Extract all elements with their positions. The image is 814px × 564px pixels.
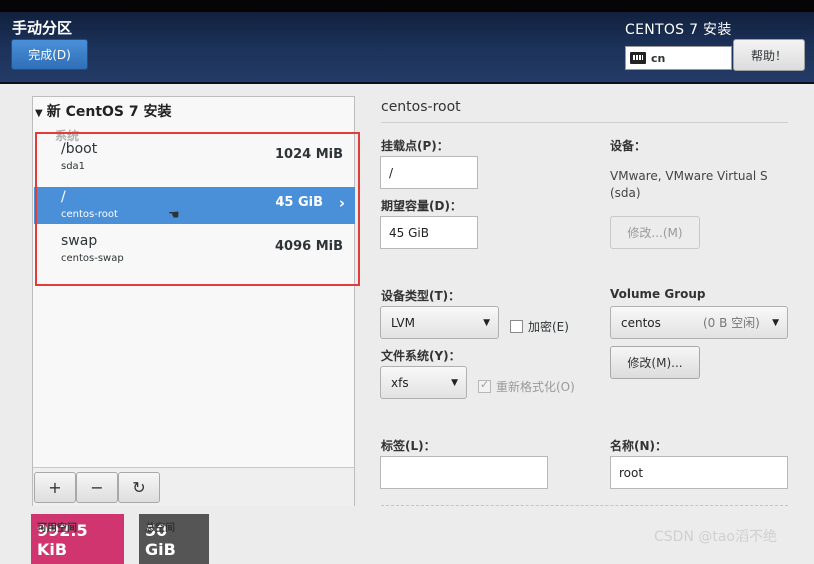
top-black-bar	[0, 0, 814, 12]
refresh-button[interactable]: ↻	[118, 472, 160, 503]
mount-toolbar: + − ↻	[33, 467, 354, 506]
keyboard-icon	[630, 52, 646, 64]
keyboard-layout-label: cn	[651, 51, 666, 65]
checkmark-icon: ✓	[480, 378, 490, 391]
mount-point-field-label: 挂载点(P)：	[381, 139, 449, 153]
tag-field-label: 标签(L)：	[381, 439, 436, 453]
expander-triangle-icon: ▼	[35, 108, 43, 119]
available-space-badge: 可用空间 992.5 KiB	[31, 514, 124, 564]
section-divider	[381, 505, 788, 506]
checkbox-box	[510, 320, 523, 333]
filesystem-label: 文件系统(Y)：	[381, 349, 461, 363]
volume-group-value: centos	[621, 315, 661, 330]
done-button[interactable]: 完成(D)	[11, 39, 88, 70]
dropdown-arrow-icon: ▼	[483, 317, 490, 328]
volume-group-dropdown[interactable]: centos (0 B 空闲) ▼	[610, 306, 788, 339]
available-space-label: 可用空间	[37, 523, 77, 534]
device-field-label: 设备：	[610, 139, 647, 153]
annotation-highlight-box	[35, 132, 360, 286]
filesystem-dropdown[interactable]: xfs ▼	[380, 366, 467, 399]
reformat-label: 重新格式化(O)	[496, 380, 575, 394]
remove-mount-button[interactable]: −	[76, 472, 118, 503]
dropdown-arrow-icon: ▼	[451, 377, 458, 388]
modify-device-button[interactable]: 修改...(M)	[610, 216, 700, 249]
capacity-input[interactable]: 45 GiB	[380, 216, 478, 249]
mount-point-input[interactable]: /	[380, 156, 478, 189]
add-mount-button[interactable]: +	[34, 472, 76, 503]
device-description: VMware, VMware Virtual S (sda)	[610, 169, 768, 200]
modify-volume-group-button[interactable]: 修改(M)...	[610, 346, 700, 379]
checkbox-box: ✓	[478, 378, 491, 393]
encrypt-label: 加密(E)	[528, 320, 569, 334]
install-group-header[interactable]: ▼ 新 CentOS 7 安装	[35, 101, 171, 121]
page-title: 手动分区	[12, 19, 73, 37]
tag-input[interactable]	[380, 456, 548, 489]
keyboard-layout-indicator[interactable]: cn	[625, 46, 732, 70]
encrypt-checkbox[interactable]: 加密(E)	[510, 318, 569, 335]
volume-group-free-space: (0 B 空闲)	[703, 316, 760, 330]
capacity-field-label: 期望容量(D)：	[381, 199, 462, 213]
install-group-title: 新 CentOS 7 安装	[46, 104, 172, 120]
volume-group-label: Volume Group	[610, 287, 706, 301]
installer-title: CENTOS 7 安装	[625, 22, 732, 38]
filesystem-value: xfs	[391, 375, 409, 390]
hand-cursor-icon: ☚	[168, 208, 180, 223]
header-bar: 手动分区 完成(D) CENTOS 7 安装 cn 帮助！	[0, 0, 814, 84]
name-field-label: 名称(N)：	[610, 439, 668, 453]
detail-divider	[381, 122, 788, 123]
name-input[interactable]: root	[610, 456, 788, 489]
reformat-checkbox[interactable]: ✓ 重新格式化(O)	[478, 378, 575, 395]
device-type-label: 设备类型(T)：	[381, 289, 461, 303]
mount-points-panel: ▼ 新 CentOS 7 安装 系统 /boot sda1 1024 MiB / …	[32, 96, 360, 506]
device-type-dropdown[interactable]: LVM ▼	[380, 306, 499, 339]
dropdown-arrow-icon: ▼	[772, 317, 779, 328]
device-type-value: LVM	[391, 315, 415, 330]
detail-title: centos-root	[381, 99, 461, 115]
watermark-text: CSDN @tao滔不绝	[654, 529, 777, 545]
total-space-badge: 总空间 50 GiB	[139, 514, 209, 564]
help-button[interactable]: 帮助！	[733, 39, 805, 71]
total-space-label: 总空间	[145, 523, 175, 534]
